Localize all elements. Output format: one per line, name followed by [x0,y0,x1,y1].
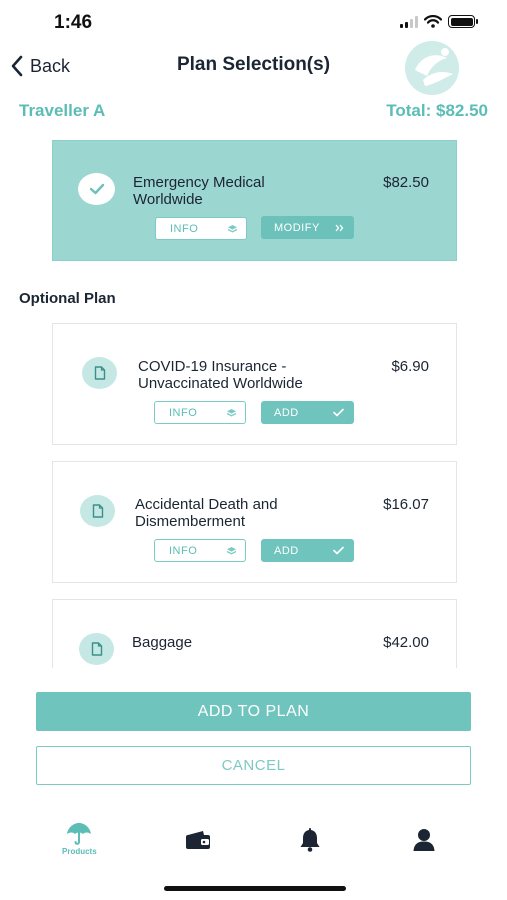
optional-plan-heading: Optional Plan [19,290,116,307]
plan-name: COVID-19 Insurance - Unvaccinated Worldw… [138,358,303,392]
selected-check-icon[interactable] [78,173,115,205]
plan-price: $16.07 [383,496,429,513]
wifi-icon [424,15,442,28]
user-icon [413,829,435,851]
bell-icon [300,828,320,852]
plan-name: Baggage [132,634,193,651]
status-icons [400,15,478,28]
modify-button[interactable]: MODIFY [261,216,354,239]
add-button[interactable]: ADD [261,539,354,562]
info-button[interactable]: INFO [154,401,246,424]
plan-list-scroll-area[interactable]: Baggage $42.00 [0,596,507,668]
tab-label: Products [62,847,97,856]
document-icon [82,357,117,389]
plan-name: Accidental Death and Dismemberment [135,496,278,530]
info-label: INFO [169,406,198,419]
status-time: 1:46 [54,12,93,33]
tab-wallet[interactable] [185,830,211,850]
plan-price: $6.90 [391,358,429,375]
traveller-name: Traveller A [19,101,106,120]
optional-plan-card[interactable]: Baggage $42.00 [52,599,457,668]
add-label: ADD [274,406,299,419]
info-label: INFO [169,544,198,557]
optional-plan-card[interactable]: COVID-19 Insurance - Unvaccinated Worldw… [52,323,457,445]
check-icon [333,546,344,555]
modify-label: MODIFY [274,221,320,234]
plan-name: Emergency Medical Worldwide [133,174,265,208]
cancel-button[interactable]: CANCEL [36,746,471,785]
cellular-signal-icon [400,15,418,28]
battery-icon [448,15,478,28]
optional-plan-card[interactable]: Accidental Death and Dismemberment $16.0… [52,461,457,583]
check-icon [333,408,344,417]
layers-icon [226,546,237,555]
brand-logo [405,41,459,95]
plan-price: $42.00 [383,634,429,651]
layers-icon [227,224,238,233]
umbrella-icon [67,823,92,845]
collapse-arrows-icon [335,224,344,231]
add-label: ADD [274,544,299,557]
plan-price: $82.50 [383,174,429,191]
tab-products[interactable]: Products [62,822,97,856]
tab-profile[interactable] [413,828,435,852]
add-to-plan-button[interactable]: ADD TO PLAN [36,692,471,731]
layers-icon [226,408,237,417]
total-price: Total: $82.50 [386,101,488,120]
home-indicator [164,886,346,891]
tab-notifications[interactable] [299,828,321,852]
info-button[interactable]: INFO [154,539,246,562]
add-button[interactable]: ADD [261,401,354,424]
info-label: INFO [170,222,199,235]
selected-plan-card[interactable]: Emergency Medical Worldwide $82.50 INFO … [52,140,457,261]
document-icon [80,495,115,527]
info-button[interactable]: INFO [155,217,247,240]
wallet-icon [186,831,210,849]
document-icon [79,633,114,665]
